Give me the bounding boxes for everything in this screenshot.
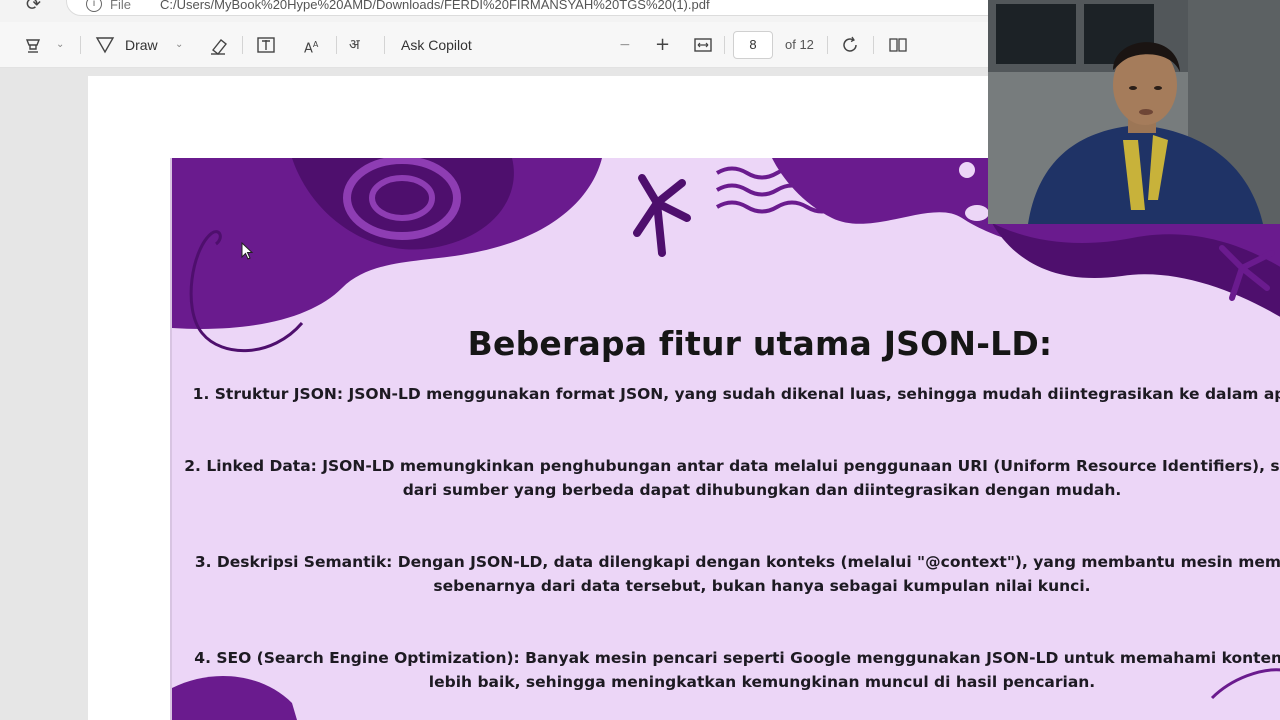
pdf-viewer-window: ⟳ i File C:/Users/MyBook%20Hype%20AMD/Do… [0,0,1280,720]
toolbar-divider [827,36,828,54]
feature-point-3-line-1: 3. Deskripsi Semantik: Dengan JSON-LD, d… [194,553,1280,571]
feature-point-2-line-1: 2. Linked Data: JSON-LD memungkinkan pen… [184,457,1280,475]
decorative-blobs [172,158,1280,720]
ask-copilot-button[interactable]: Ask Copilot [401,22,472,68]
file-protocol-label: File [110,0,131,12]
toolbar-divider [873,36,874,54]
feature-point-4-line-1: 4. SEO (Search Engine Optimization): Ban… [194,649,1280,667]
toolbar-divider [724,36,725,54]
url-text[interactable]: C:/Users/MyBook%20Hype%20AMD/Downloads/F… [160,0,710,12]
highlight-icon[interactable] [24,22,42,68]
webcam-overlay [988,0,1280,224]
page-number-input[interactable]: 8 [733,31,773,59]
slide-page: Beberapa fitur utama JSON-LD: 1. Struktu… [170,158,1280,720]
reload-icon[interactable]: ⟳ [26,0,48,16]
toolbar-divider [80,36,81,54]
text-size-icon[interactable]: AA [304,22,318,68]
toolbar-divider [384,36,385,54]
feature-point-1-line-1: 1. Struktur JSON: JSON-LD menggunakan fo… [192,385,1280,403]
highlight-chevron-down-icon[interactable]: ⌄ [56,22,64,68]
zoom-in-button[interactable]: + [655,22,670,68]
two-page-icon[interactable] [888,22,908,68]
read-aloud-icon[interactable]: अ [349,22,360,68]
presenter-video-feed [988,0,1280,224]
feature-point-3-line-2: sebenarnya dari data tersebut, bukan han… [433,577,1091,595]
fit-width-icon[interactable] [693,22,713,68]
mouse-cursor-icon [241,242,254,260]
draw-chevron-down-icon[interactable]: ⌄ [175,22,183,68]
text-box-icon[interactable] [256,22,276,68]
page-total-label: of 12 [785,37,814,52]
zoom-out-button[interactable]: − [619,22,631,68]
eraser-icon[interactable] [208,22,228,68]
draw-icon[interactable] [95,22,115,68]
rotate-icon[interactable] [841,22,861,68]
feature-point-4-line-2: lebih baik, sehingga meningkatkan kemung… [428,673,1096,691]
toolbar-divider [242,36,243,54]
feature-point-2-line-2: dari sumber yang berbeda dapat dihubungk… [402,481,1122,499]
toolbar-divider [336,36,337,54]
slide-title: Beberapa fitur utama JSON-LD: [467,324,1053,363]
draw-label[interactable]: Draw [125,22,158,68]
